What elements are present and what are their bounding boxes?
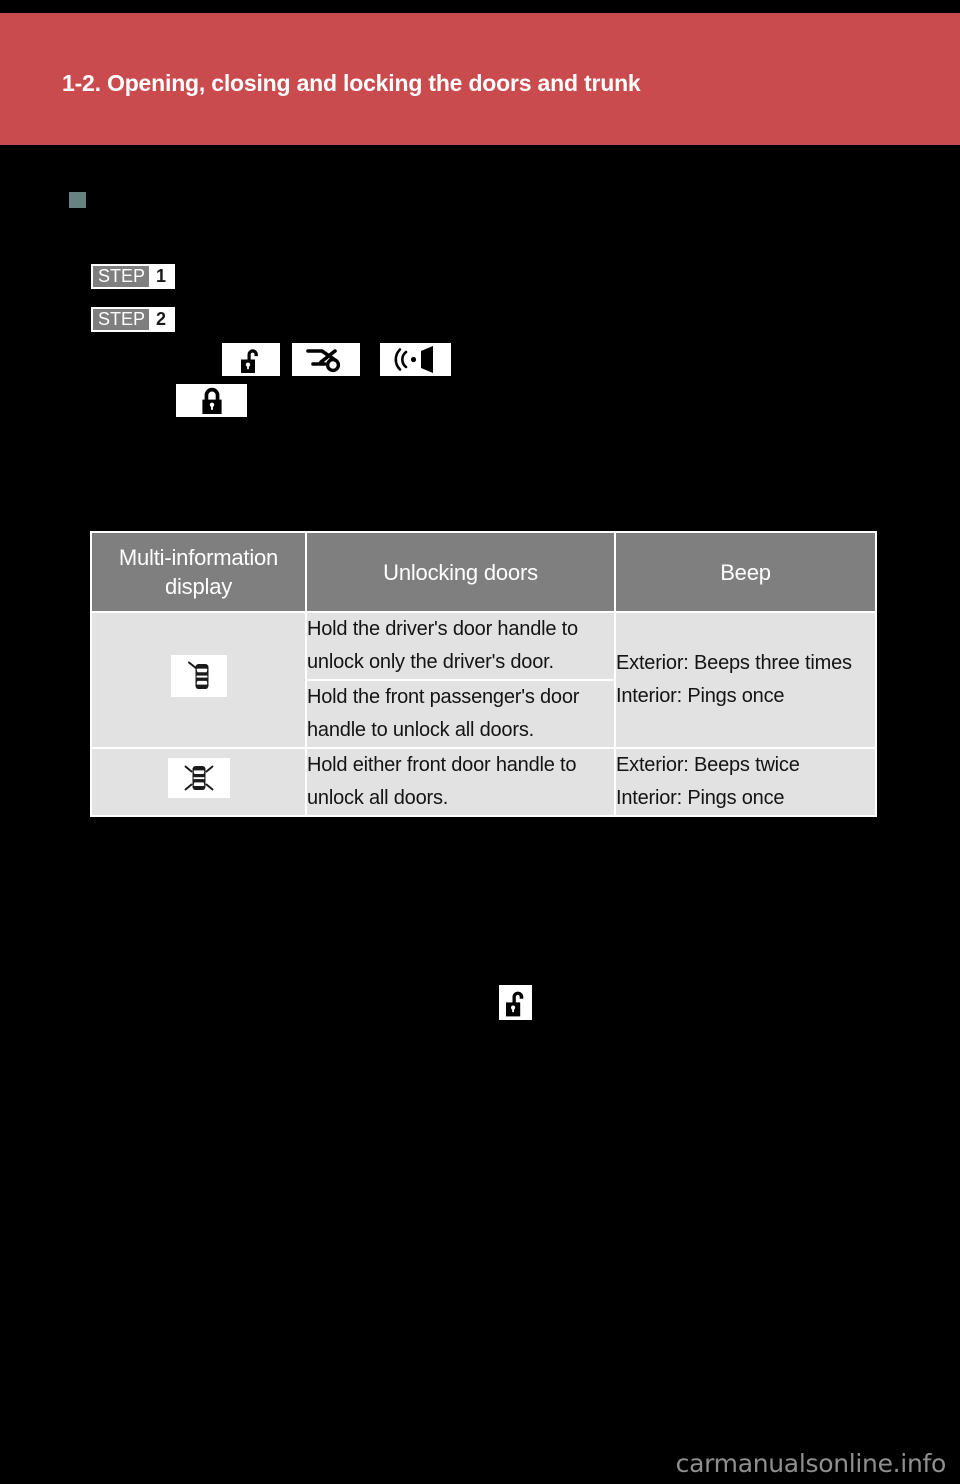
section-bullet-square — [69, 192, 86, 208]
cell-beep-row-1: Exterior: Beeps three times Interior: Pi… — [614, 611, 877, 749]
car-driver-door-unlock-icon — [170, 655, 227, 697]
unlock-padlock-icon — [499, 985, 532, 1020]
table-row: Hold either front door handle to unlock … — [90, 747, 877, 817]
step-badge-1: STEP 1 — [91, 264, 176, 289]
page-title: 1-2. Opening, closing and locking the do… — [62, 70, 641, 96]
manual-page: 1-2. Opening, closing and locking the do… — [0, 0, 960, 1484]
step-badge-2-number: 2 — [149, 309, 174, 330]
step-badge-1-label: STEP — [93, 266, 150, 287]
cell-beep-row-2: Exterior: Beeps twice Interior: Pings on… — [614, 747, 877, 817]
table-header: Multi-information display Unlocking door… — [90, 531, 877, 613]
unlock-settings-table: Multi-information display Unlocking door… — [90, 531, 877, 817]
step-badge-2-label: STEP — [93, 309, 150, 330]
key-icon — [292, 343, 360, 376]
table-body: Hold the driver's door handle to unlock … — [90, 611, 877, 817]
chapter-header-band: 1-2. Opening, closing and locking the do… — [0, 13, 960, 145]
step-badge-1-number: 1 — [149, 266, 174, 287]
beep-speaker-icon — [380, 343, 451, 376]
column-header-multi-information-display: Multi-information display — [90, 531, 307, 613]
table-header-row: Multi-information display Unlocking door… — [90, 531, 877, 613]
step-badge-2: STEP 2 — [91, 307, 176, 332]
cell-display-icon-all-doors — [90, 747, 307, 817]
cell-display-icon-driver — [90, 611, 307, 749]
lock-padlock-icon — [176, 384, 247, 417]
column-header-beep: Beep — [614, 531, 877, 613]
unlock-padlock-icon — [222, 343, 280, 376]
car-all-doors-unlock-icon — [167, 758, 230, 798]
cell-unlocking-doors-passenger: Hold the front passenger's door handle t… — [305, 679, 616, 749]
column-header-unlocking-doors: Unlocking doors — [305, 531, 616, 613]
site-watermark: carmanualsonline.info — [675, 1449, 947, 1478]
cell-unlocking-doors-either: Hold either front door handle to unlock … — [305, 747, 616, 817]
cell-unlocking-doors-driver: Hold the driver's door handle to unlock … — [305, 611, 616, 681]
table-row: Hold the driver's door handle to unlock … — [90, 611, 877, 749]
